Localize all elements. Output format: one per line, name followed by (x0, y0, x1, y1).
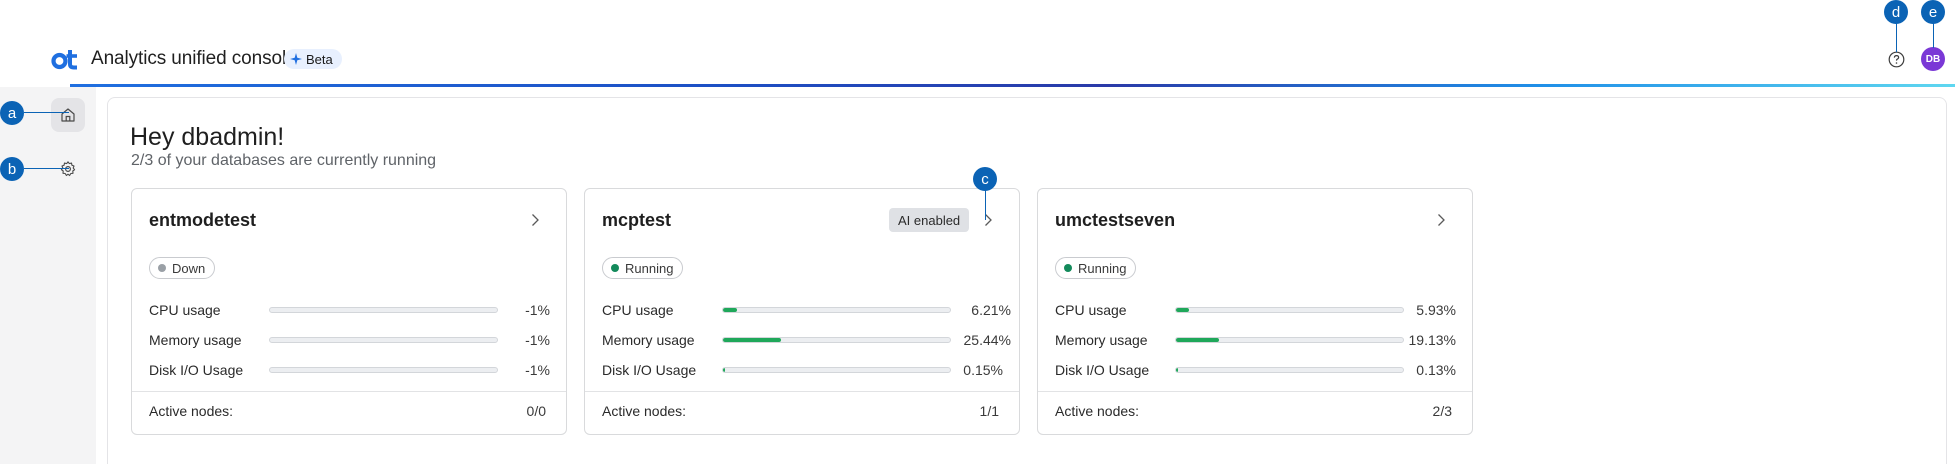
disk-io-usage-label: Disk I/O Usage (1055, 362, 1150, 378)
card-divider (132, 391, 566, 392)
header-accent-line (70, 84, 1955, 87)
callout-a-connector (24, 112, 69, 113)
disk-io-usage-value: -1% (525, 362, 550, 378)
cpu-usage-value: 6.21% (971, 302, 1011, 318)
status-badge: Running (602, 257, 684, 279)
cpu-usage-label: CPU usage (149, 302, 221, 318)
ot-logo-icon[interactable] (51, 48, 79, 70)
database-name: mcptest (602, 210, 672, 230)
cpu-usage-fill (723, 308, 738, 312)
chevron-right-icon[interactable] (1435, 213, 1447, 227)
card-divider (1038, 391, 1472, 392)
app-title: Analytics unified console (91, 48, 297, 69)
status-dot (1064, 264, 1072, 272)
help-circle-icon[interactable] (1888, 51, 1905, 68)
active-nodes-label: Active nodes: (602, 403, 687, 419)
memory-usage-label: Memory usage (149, 332, 242, 348)
sidebar-item-settings[interactable] (51, 152, 85, 186)
database-name: entmodetest (149, 210, 257, 230)
user-avatar[interactable]: DB (1921, 47, 1945, 71)
cpu-usage-label: CPU usage (602, 302, 674, 318)
disk-io-usage-fill (723, 368, 725, 372)
cpu-usage-label: CPU usage (1055, 302, 1127, 318)
memory-usage-bar (269, 337, 498, 343)
memory-usage-bar (722, 337, 951, 343)
active-nodes-label: Active nodes: (1055, 403, 1140, 419)
running-summary: 2/3 of your databases are currently runn… (131, 152, 437, 169)
callout-d-connector (1896, 22, 1897, 52)
disk-io-usage-label: Disk I/O Usage (149, 362, 244, 378)
status-badge: Running (1055, 257, 1137, 279)
status-label: Down (172, 260, 206, 276)
top-header: Analytics unified console Beta DB (0, 0, 1955, 86)
disk-io-usage-bar (722, 367, 951, 373)
status-label: Running (1078, 260, 1127, 276)
callout-b-marker: b (0, 157, 24, 181)
database-card-entmodetest[interactable]: entmodetest Down CPU usage -1% Memory us… (131, 188, 567, 435)
memory-usage-bar (1175, 337, 1404, 343)
disk-io-usage-value: 0.15% (963, 362, 1003, 378)
beta-badge: Beta (284, 49, 342, 69)
beta-label: Beta (306, 51, 333, 67)
greeting-heading: Hey dbadmin! (130, 123, 285, 151)
memory-usage-value: 19.13% (1408, 332, 1456, 348)
home-icon (61, 108, 75, 122)
status-badge: Down (149, 257, 216, 279)
active-nodes-label: Active nodes: (149, 403, 234, 419)
ai-enabled-badge: AI enabled (889, 208, 970, 232)
status-dot (158, 264, 166, 272)
cpu-usage-value: 5.93% (1416, 302, 1456, 318)
callout-a-marker: a (0, 101, 24, 125)
chevron-right-icon[interactable] (982, 213, 994, 227)
gear-icon (60, 161, 76, 177)
left-sidebar (0, 87, 96, 464)
chevron-right-icon[interactable] (529, 213, 541, 227)
memory-usage-fill (723, 338, 781, 342)
cpu-usage-fill (1176, 308, 1190, 312)
callout-b-connector (24, 168, 69, 169)
cpu-usage-bar (1175, 307, 1404, 313)
status-dot (611, 264, 619, 272)
disk-io-usage-bar (1175, 367, 1404, 373)
sparkle-icon (290, 53, 302, 65)
database-name: umctestseven (1055, 210, 1176, 230)
disk-io-usage-value: 0.13% (1416, 362, 1456, 378)
memory-usage-fill (1176, 338, 1220, 342)
sidebar-item-home[interactable] (51, 98, 85, 132)
cpu-usage-bar (722, 307, 951, 313)
callout-d-marker: d (1884, 0, 1908, 24)
callout-e-connector (1933, 22, 1934, 48)
cpu-usage-value: -1% (525, 302, 550, 318)
callout-e-marker: e (1921, 0, 1945, 24)
active-nodes-value: 1/1 (979, 403, 999, 419)
disk-io-usage-label: Disk I/O Usage (602, 362, 697, 378)
cpu-usage-bar (269, 307, 498, 313)
database-card-mcptest[interactable]: mcptest AI enabled Running CPU usage 6.2… (584, 188, 1020, 435)
disk-io-usage-fill (1176, 368, 1178, 372)
active-nodes-value: 2/3 (1432, 403, 1452, 419)
status-label: Running (625, 260, 674, 276)
callout-c-connector (985, 190, 986, 220)
memory-usage-value: -1% (525, 332, 550, 348)
card-divider (585, 391, 1019, 392)
database-card-umctestseven[interactable]: umctestseven Running CPU usage 5.93% Mem… (1037, 188, 1473, 435)
memory-usage-value: 25.44% (963, 332, 1011, 348)
active-nodes-value: 0/0 (526, 403, 546, 419)
memory-usage-label: Memory usage (602, 332, 695, 348)
memory-usage-label: Memory usage (1055, 332, 1148, 348)
disk-io-usage-bar (269, 367, 498, 373)
callout-c-marker: c (973, 167, 997, 191)
